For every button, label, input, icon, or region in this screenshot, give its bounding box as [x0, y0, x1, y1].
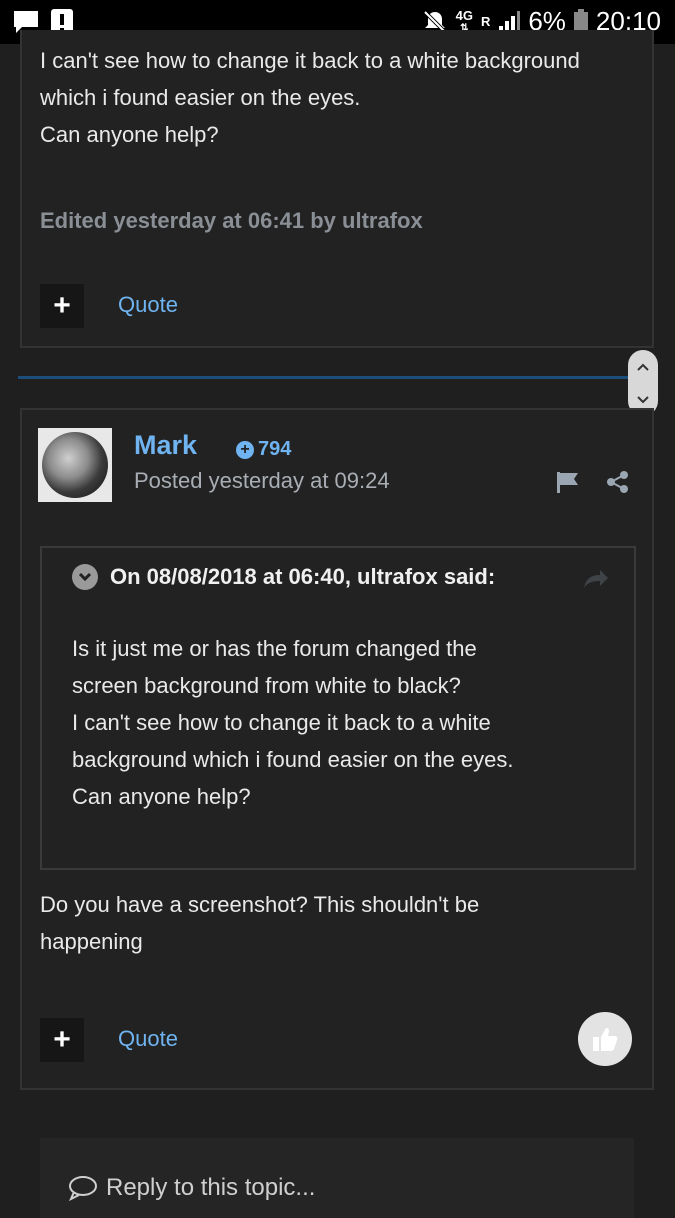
post-body: I can't see how to change it back to a w…	[40, 42, 640, 153]
reply-editor[interactable]: Reply to this topic...	[40, 1138, 634, 1218]
reputation-badge: + 794	[236, 438, 291, 461]
post-line: Can anyone help?	[40, 122, 219, 147]
flag-icon[interactable]	[556, 470, 582, 494]
chevron-down-icon[interactable]	[636, 395, 650, 405]
thumbs-up-icon	[593, 1028, 618, 1051]
roaming-indicator: R	[480, 14, 491, 29]
quote-body: Is it just me or has the forum changed t…	[72, 630, 612, 815]
like-button[interactable]	[578, 1012, 632, 1066]
avatar[interactable]	[38, 428, 112, 502]
reply-line: happening	[40, 929, 143, 954]
quote-block: On 08/08/2018 at 06:40, ultrafox said: I…	[40, 546, 636, 870]
quote-line: I can't see how to change it back to a w…	[72, 710, 491, 735]
reply-placeholder-text: Reply to this topic...	[106, 1174, 316, 1201]
post-line: which i found easier on the eyes.	[40, 85, 361, 110]
post-card-2: Mark + 794 Posted yesterday at 09:24 On …	[20, 408, 654, 1090]
quote-line: background which i found easier on the e…	[72, 747, 514, 772]
quote-button[interactable]: Quote	[118, 292, 178, 318]
posted-date[interactable]: Posted yesterday at 09:24	[134, 468, 390, 494]
quote-line: Can anyone help?	[72, 784, 251, 809]
post-line: I can't see how to change it back to a w…	[40, 48, 580, 73]
multiquote-button[interactable]: +	[40, 284, 84, 328]
reply-placeholder[interactable]: Reply to this topic...	[68, 1174, 315, 1202]
chevron-down-icon[interactable]	[72, 564, 98, 590]
plus-circle-icon: +	[236, 440, 254, 459]
multiquote-button[interactable]: +	[40, 1018, 84, 1062]
scroll-toggle[interactable]	[628, 350, 658, 416]
share-icon[interactable]	[606, 470, 630, 494]
quote-line: screen background from white to black?	[72, 673, 461, 698]
post-card-1: I can't see how to change it back to a w…	[20, 30, 654, 348]
go-to-quoted-post-icon[interactable]	[582, 568, 610, 590]
edited-note: Edited yesterday at 06:41 by ultrafox	[40, 208, 423, 233]
reputation-count: 794	[258, 438, 292, 460]
quote-button[interactable]: Quote	[118, 1026, 178, 1052]
avatar-image	[42, 432, 108, 498]
post-divider	[18, 376, 628, 379]
quote-citation: On 08/08/2018 at 06:40, ultrafox said:	[110, 564, 496, 589]
author-name[interactable]: Mark	[134, 430, 197, 461]
reply-body: Do you have a screenshot? This shouldn't…	[40, 886, 630, 960]
quote-header[interactable]: On 08/08/2018 at 06:40, ultrafox said:	[72, 564, 495, 590]
quote-line: Is it just me or has the forum changed t…	[72, 636, 477, 661]
chevron-up-icon[interactable]	[636, 362, 650, 372]
reply-line: Do you have a screenshot? This shouldn't…	[40, 892, 480, 917]
comment-icon	[69, 1176, 97, 1201]
